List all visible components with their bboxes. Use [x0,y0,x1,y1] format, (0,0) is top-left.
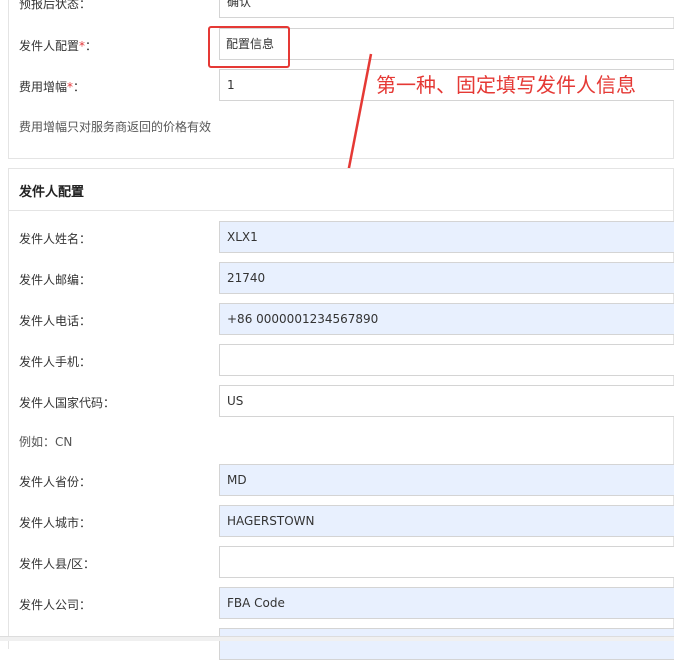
sender-zip-label: 发件人邮编： [19,273,92,287]
annotation-note: 第一种、固定填写发件人信息 [376,73,636,97]
fee-increase-label-text: 费用增幅 [19,80,68,94]
sender-country-code-label: 发件人国家代码： [19,396,116,410]
sender-mobile-label: 发件人手机： [19,355,92,369]
sender-company-input[interactable]: FBA Code [219,587,674,619]
fee-increase-label: 费用增幅*： [19,78,85,95]
sender-city-input[interactable]: HAGERSTOWN [219,505,674,537]
sender-province-input[interactable]: MD [219,464,674,496]
sender-config-label-text: 发件人配置 [19,39,80,53]
sender-zip-input[interactable]: 21740 [219,262,674,294]
sender-phone-label: 发件人电话： [19,314,92,328]
status-after-forecast-label: 预报后状态： [19,0,92,11]
sender-name-label: 发件人姓名： [19,232,92,246]
sender-district-label: 发件人县/区： [19,557,96,571]
sender-phone-input[interactable]: +86 0000001234567890 [219,303,674,335]
sender-config-label: 发件人配置*： [19,37,97,54]
section-header: 发件人配置 [8,168,674,211]
sender-company-label: 发件人公司： [19,598,92,612]
sender-mobile-input[interactable] [219,344,674,376]
fee-increase-hint: 费用增幅只对服务商返回的价格有效 [19,120,212,134]
sender-name-input[interactable]: XLX1 [219,221,674,253]
sender-city-label: 发件人城市： [19,516,92,530]
sender-country-code-input[interactable]: US [219,385,674,417]
fee-increase-label-colon: ： [73,80,86,94]
status-after-forecast-select[interactable]: 确认 [219,0,674,18]
sender-district-input[interactable] [219,546,674,578]
sender-config-label-colon: ： [85,39,98,53]
page-bottom-border [0,636,674,641]
section-title: 发件人配置 [19,185,85,200]
sender-province-label: 发件人省份： [19,475,92,489]
country-code-hint: 例如：CN [19,435,73,449]
highlight-box [208,26,290,68]
next-field-input[interactable] [219,628,674,660]
